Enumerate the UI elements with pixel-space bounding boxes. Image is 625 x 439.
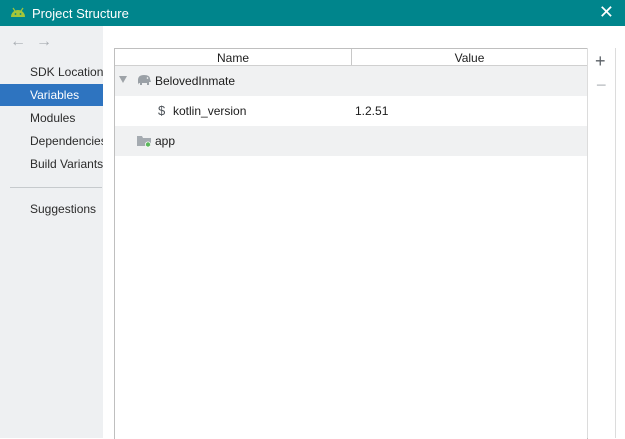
window-title: Project Structure xyxy=(32,6,129,21)
table-toolbar: + − xyxy=(587,48,616,438)
sidebar: ← → SDK Location Variables Modules Depen… xyxy=(0,26,103,438)
column-header-value[interactable]: Value xyxy=(352,51,587,65)
module-folder-icon xyxy=(137,136,151,148)
row-value[interactable]: 1.2.51 xyxy=(355,104,388,118)
sidebar-item-sdk-location[interactable]: SDK Location xyxy=(0,61,103,83)
sidebar-item-variables[interactable]: Variables xyxy=(0,84,103,106)
expand-triangle-icon[interactable] xyxy=(119,76,127,83)
android-icon xyxy=(11,7,25,17)
close-button[interactable]: ✕ xyxy=(599,3,614,21)
sidebar-item-dependencies[interactable]: Dependencies xyxy=(0,130,103,152)
column-header-name[interactable]: Name xyxy=(115,51,351,65)
row-name: BelovedInmate xyxy=(155,74,236,88)
forward-arrow-icon[interactable]: → xyxy=(36,33,52,51)
sidebar-item-modules[interactable]: Modules xyxy=(0,107,103,129)
gradle-elephant-icon xyxy=(138,75,151,85)
table-header: Name Value xyxy=(115,49,587,66)
sidebar-divider xyxy=(10,187,102,188)
sidebar-item-build-variants[interactable]: Build Variants xyxy=(0,153,103,175)
row-name: kotlin_version xyxy=(173,104,247,118)
title-bar: Project Structure ✕ xyxy=(0,0,625,26)
variables-table: Name Value BelovedInmate $ kotlin_versio… xyxy=(114,48,588,439)
table-row[interactable]: app xyxy=(115,126,587,156)
back-arrow-icon[interactable]: ← xyxy=(10,33,26,51)
remove-icon[interactable]: − xyxy=(596,75,607,96)
dollar-variable-icon: $ xyxy=(158,103,166,118)
table-row[interactable]: BelovedInmate xyxy=(115,66,587,96)
table-row[interactable]: $ kotlin_version 1.2.51 xyxy=(115,96,587,126)
row-name: app xyxy=(155,134,176,148)
add-icon[interactable]: + xyxy=(595,51,606,72)
sidebar-item-suggestions[interactable]: Suggestions xyxy=(0,198,103,220)
